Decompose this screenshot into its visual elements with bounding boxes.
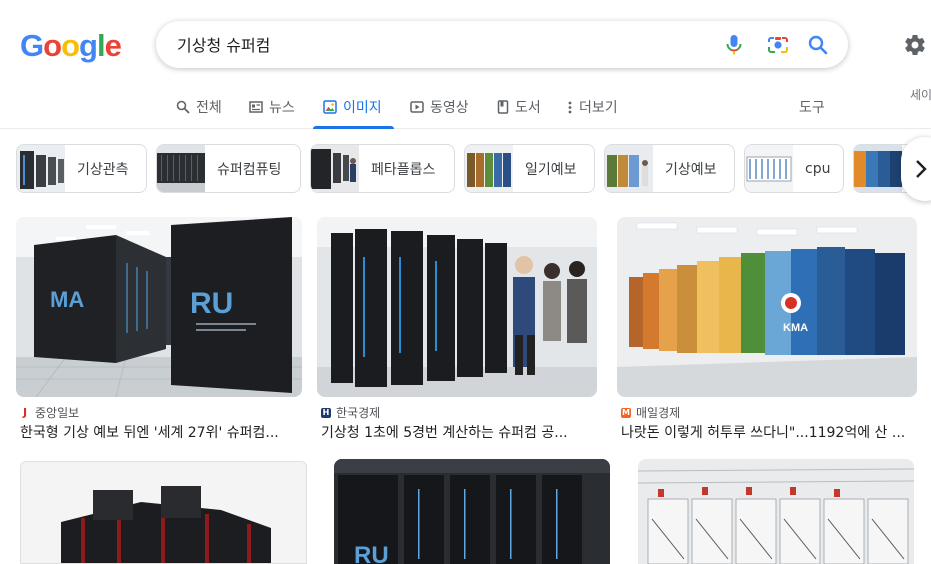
- search-icon: [176, 100, 190, 114]
- result-thumbnail[interactable]: MA RU: [16, 217, 302, 397]
- image-overlay-text: RU: [190, 287, 233, 320]
- image-result[interactable]: H 한국경제 기상청 1초에 5경번 계산하는 슈퍼컴 공...: [317, 217, 597, 447]
- camera-lens-icon[interactable]: [766, 33, 790, 57]
- tab-label: 동영상: [430, 100, 469, 116]
- result-source[interactable]: H 한국경제: [321, 404, 380, 421]
- chip-label: 기상예보: [665, 161, 717, 178]
- chip-petaflops[interactable]: 페타플롭스: [310, 144, 455, 193]
- related-chips: 기상관측 슈퍼컴퓨팅 페타플롭스 일기예보 기상예보 cpu: [0, 144, 931, 194]
- chip-weather-observation[interactable]: 기상관측: [16, 144, 147, 193]
- search-icon[interactable]: [806, 33, 830, 57]
- image-overlay-text: RU: [354, 542, 389, 564]
- tab-news[interactable]: 뉴스: [249, 86, 295, 128]
- search-box[interactable]: [156, 21, 848, 68]
- tab-books[interactable]: 도서: [497, 86, 541, 128]
- source-name: 한국경제: [336, 406, 381, 420]
- chip-weather-forecast[interactable]: 일기예보: [464, 144, 595, 193]
- chip-thumbnail: [17, 145, 65, 192]
- search-input[interactable]: [177, 31, 697, 57]
- result-thumbnail[interactable]: [317, 217, 597, 397]
- tab-label: 전체: [196, 100, 222, 116]
- result-thumbnail[interactable]: KMA: [617, 217, 917, 397]
- image-icon: [323, 100, 337, 114]
- tab-videos[interactable]: 동영상: [410, 86, 469, 128]
- result-title[interactable]: 한국형 기상 예보 뒤엔 '세계 27위' 슈퍼컴...: [20, 422, 298, 442]
- chip-thumbnail: [311, 145, 359, 192]
- source-favicon-icon: J: [22, 406, 28, 419]
- safe-search-label[interactable]: 세이: [910, 86, 931, 103]
- search-tabs: 전체 뉴스 이미지 동영상 도서 더보기 도구 세이: [0, 86, 931, 129]
- image-result[interactable]: KMA M 매일경제 나랏돈 이렇게 허투루 쓰다니"...1192억에 산 .…: [617, 217, 917, 447]
- header: Google: [0, 0, 931, 86]
- chip-label: 일기예보: [525, 161, 577, 178]
- more-dots-icon: [568, 101, 572, 114]
- tools-button[interactable]: 도구: [799, 97, 825, 117]
- tab-all[interactable]: 전체: [176, 86, 222, 128]
- play-icon: [410, 101, 424, 113]
- chip-label: 페타플롭스: [371, 161, 436, 178]
- result-source[interactable]: J 중앙일보: [20, 404, 79, 421]
- chips-next-button[interactable]: [901, 137, 931, 201]
- tab-label: 이미지: [343, 100, 382, 116]
- result-thumbnail[interactable]: RU: [334, 459, 610, 564]
- result-thumbnail[interactable]: [638, 459, 914, 564]
- image-result[interactable]: [20, 461, 307, 564]
- source-name: 중앙일보: [35, 406, 80, 420]
- result-thumbnail[interactable]: [20, 461, 307, 564]
- chevron-right-icon: [916, 160, 927, 178]
- image-overlay-text: KMA: [783, 322, 808, 334]
- chip-cpu[interactable]: cpu: [744, 144, 844, 193]
- source-name: 매일경제: [636, 406, 681, 420]
- source-favicon-icon: H: [321, 407, 331, 418]
- chip-thumbnail: [605, 145, 653, 192]
- chip-supercomputing[interactable]: 슈퍼컴퓨팅: [156, 144, 301, 193]
- tab-label: 도서: [515, 100, 541, 116]
- image-result[interactable]: RU: [334, 459, 610, 564]
- mic-icon[interactable]: [722, 33, 746, 57]
- chip-thumbnail: [157, 145, 205, 192]
- gear-icon[interactable]: [903, 33, 927, 57]
- chip-label: 슈퍼컴퓨팅: [217, 161, 282, 178]
- image-result[interactable]: MA RU J 중앙일보 한국형 기상 예보 뒤엔 '세계 27위' 슈퍼컴..…: [16, 217, 302, 447]
- chip-weather-prediction[interactable]: 기상예보: [604, 144, 735, 193]
- tab-images[interactable]: 이미지: [313, 86, 394, 129]
- chip-thumbnail: [854, 145, 902, 192]
- result-source[interactable]: M 매일경제: [621, 404, 680, 421]
- tab-label: 뉴스: [269, 100, 295, 116]
- chip-label: 기상관측: [77, 161, 129, 178]
- image-overlay-text: MA: [50, 287, 84, 312]
- chip-label: cpu: [805, 160, 831, 177]
- result-title[interactable]: 기상청 1초에 5경번 계산하는 슈퍼컴 공...: [321, 422, 593, 442]
- book-icon: [497, 100, 509, 114]
- source-favicon-icon: M: [621, 407, 631, 418]
- tab-more[interactable]: 더보기: [567, 86, 618, 128]
- image-result[interactable]: [638, 459, 914, 564]
- result-title[interactable]: 나랏돈 이렇게 허투루 쓰다니"...1192억에 산 ...: [621, 422, 917, 442]
- chip-thumbnail: [745, 145, 793, 192]
- tab-label: 더보기: [579, 100, 618, 116]
- news-icon: [249, 101, 263, 113]
- chip-thumbnail: [465, 145, 513, 192]
- google-logo[interactable]: Google: [20, 28, 122, 64]
